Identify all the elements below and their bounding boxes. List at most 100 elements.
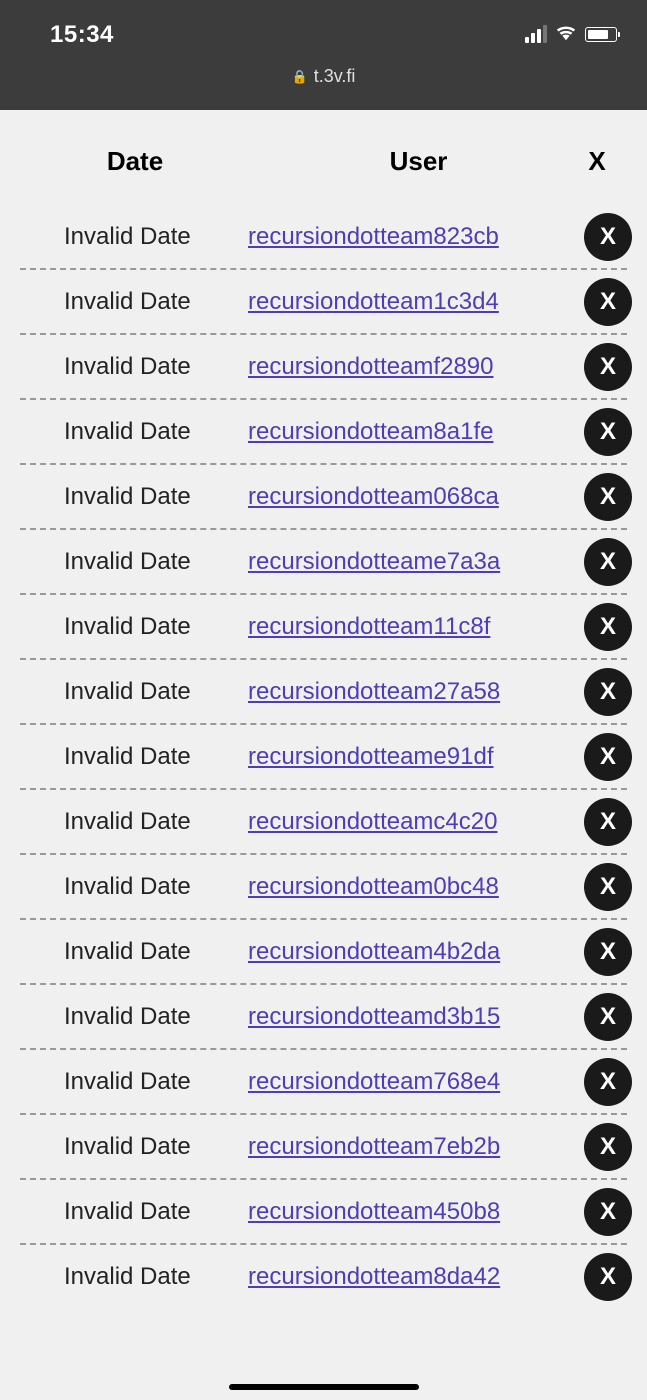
- user-link[interactable]: recursiondotteame91df: [248, 743, 493, 770]
- cell-action: X: [584, 278, 632, 326]
- cell-action: X: [584, 213, 632, 261]
- table-row: Invalid Daterecursiondotteam7eb2bX: [20, 1115, 627, 1180]
- cell-action: X: [584, 733, 632, 781]
- table-row: Invalid Daterecursiondotteame91dfX: [20, 725, 627, 790]
- user-link[interactable]: recursiondotteam11c8f: [248, 613, 490, 640]
- cell-action: X: [584, 798, 632, 846]
- user-link[interactable]: recursiondotteam7eb2b: [248, 1133, 500, 1160]
- table-row: Invalid Daterecursiondotteam1c3d4X: [20, 270, 627, 335]
- delete-button[interactable]: X: [584, 343, 632, 391]
- user-link[interactable]: recursiondotteamf2890: [248, 353, 493, 380]
- delete-button[interactable]: X: [584, 213, 632, 261]
- cell-user: recursiondotteamd3b15: [230, 1003, 627, 1031]
- cell-user: recursiondotteam450b8: [230, 1198, 627, 1226]
- cell-date: Invalid Date: [20, 808, 230, 836]
- user-link[interactable]: recursiondotteame7a3a: [248, 548, 500, 575]
- user-link[interactable]: recursiondotteam0bc48: [248, 873, 499, 900]
- cell-action: X: [584, 993, 632, 1041]
- url-text: t.3v.fi: [314, 66, 356, 87]
- wifi-icon: [555, 23, 577, 46]
- user-link[interactable]: recursiondotteam768e4: [248, 1068, 500, 1095]
- user-link[interactable]: recursiondotteam1c3d4: [248, 288, 499, 315]
- data-table: Date User X Invalid Daterecursiondotteam…: [20, 110, 627, 1308]
- cell-user: recursiondotteam11c8f: [230, 613, 627, 641]
- delete-button[interactable]: X: [584, 928, 632, 976]
- cell-action: X: [584, 603, 632, 651]
- cell-date: Invalid Date: [20, 1068, 230, 1096]
- table-row: Invalid Daterecursiondotteamd3b15X: [20, 985, 627, 1050]
- cell-user: recursiondotteam1c3d4: [230, 288, 627, 316]
- user-link[interactable]: recursiondotteam8a1fe: [248, 418, 493, 445]
- cell-date: Invalid Date: [20, 1003, 230, 1031]
- status-bar-top: 15:34: [0, 0, 647, 55]
- cell-action: X: [584, 668, 632, 716]
- cell-action: X: [584, 343, 632, 391]
- delete-button[interactable]: X: [584, 1188, 632, 1236]
- delete-button[interactable]: X: [584, 408, 632, 456]
- user-link[interactable]: recursiondotteamc4c20: [248, 808, 497, 835]
- table-row: Invalid Daterecursiondotteam27a58X: [20, 660, 627, 725]
- cell-date: Invalid Date: [20, 938, 230, 966]
- cell-action: X: [584, 863, 632, 911]
- user-link[interactable]: recursiondotteam27a58: [248, 678, 500, 705]
- user-link[interactable]: recursiondotteam823cb: [248, 223, 499, 250]
- delete-button[interactable]: X: [584, 538, 632, 586]
- status-icons: [525, 23, 617, 46]
- cell-user: recursiondotteamc4c20: [230, 808, 627, 836]
- cell-user: recursiondotteam8a1fe: [230, 418, 627, 446]
- cell-user: recursiondotteam8da42: [230, 1263, 627, 1291]
- delete-button[interactable]: X: [584, 603, 632, 651]
- cell-date: Invalid Date: [20, 353, 230, 381]
- table-row: Invalid Daterecursiondotteam8a1feX: [20, 400, 627, 465]
- cell-date: Invalid Date: [20, 1133, 230, 1161]
- user-link[interactable]: recursiondotteam4b2da: [248, 938, 500, 965]
- status-time: 15:34: [50, 21, 114, 49]
- cell-action: X: [584, 1058, 632, 1106]
- cell-action: X: [584, 1188, 632, 1236]
- delete-button[interactable]: X: [584, 1253, 632, 1301]
- table-row: Invalid Daterecursiondotteam823cbX: [20, 205, 627, 270]
- home-indicator[interactable]: [229, 1384, 419, 1390]
- delete-button[interactable]: X: [584, 1123, 632, 1171]
- browser-url-bar[interactable]: 🔒 t.3v.fi: [0, 55, 647, 110]
- cell-date: Invalid Date: [20, 743, 230, 771]
- cell-user: recursiondotteam0bc48: [230, 873, 627, 901]
- cell-action: X: [584, 408, 632, 456]
- cell-date: Invalid Date: [20, 873, 230, 901]
- user-link[interactable]: recursiondotteam068ca: [248, 483, 499, 510]
- delete-button[interactable]: X: [584, 798, 632, 846]
- status-bar: 15:34 🔒 t.3v.fi: [0, 0, 647, 110]
- table-row: Invalid Daterecursiondotteame7a3aX: [20, 530, 627, 595]
- delete-button[interactable]: X: [584, 278, 632, 326]
- cell-date: Invalid Date: [20, 1198, 230, 1226]
- cell-date: Invalid Date: [20, 288, 230, 316]
- delete-button[interactable]: X: [584, 1058, 632, 1106]
- cell-user: recursiondotteam823cb: [230, 223, 627, 251]
- cell-user: recursiondotteamf2890: [230, 353, 627, 381]
- page-content: Date User X Invalid Daterecursiondotteam…: [0, 110, 647, 1308]
- delete-button[interactable]: X: [584, 473, 632, 521]
- table-row: Invalid Daterecursiondotteam768e4X: [20, 1050, 627, 1115]
- cell-date: Invalid Date: [20, 483, 230, 511]
- cell-action: X: [584, 473, 632, 521]
- user-link[interactable]: recursiondotteamd3b15: [248, 1003, 500, 1030]
- user-link[interactable]: recursiondotteam8da42: [248, 1263, 500, 1290]
- cell-user: recursiondotteam27a58: [230, 678, 627, 706]
- cell-user: recursiondotteam4b2da: [230, 938, 627, 966]
- cell-action: X: [584, 538, 632, 586]
- table-row: Invalid Daterecursiondotteam8da42X: [20, 1245, 627, 1308]
- cell-date: Invalid Date: [20, 678, 230, 706]
- delete-button[interactable]: X: [584, 863, 632, 911]
- cell-date: Invalid Date: [20, 418, 230, 446]
- cell-date: Invalid Date: [20, 1263, 230, 1291]
- lock-icon: 🔒: [292, 69, 308, 85]
- user-link[interactable]: recursiondotteam450b8: [248, 1198, 500, 1225]
- cell-user: recursiondotteam068ca: [230, 483, 627, 511]
- delete-button[interactable]: X: [584, 668, 632, 716]
- cell-date: Invalid Date: [20, 223, 230, 251]
- delete-button[interactable]: X: [584, 733, 632, 781]
- cell-user: recursiondotteam7eb2b: [230, 1133, 627, 1161]
- delete-button[interactable]: X: [584, 993, 632, 1041]
- cell-action: X: [584, 1123, 632, 1171]
- table-row: Invalid Daterecursiondotteam068caX: [20, 465, 627, 530]
